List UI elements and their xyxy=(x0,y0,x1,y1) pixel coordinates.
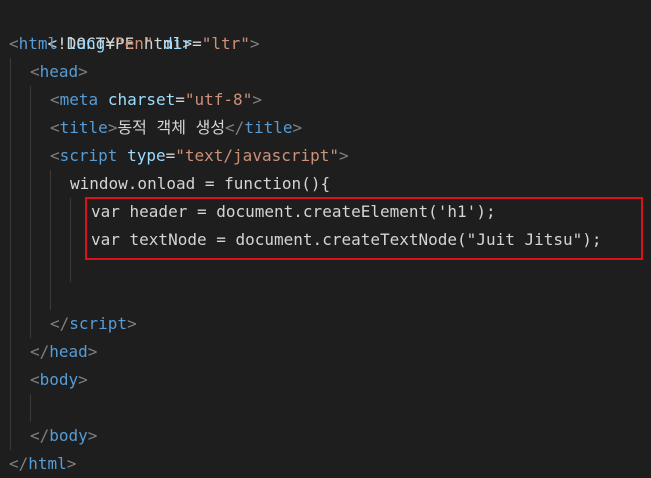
tag-open: < xyxy=(50,90,60,109)
code-editor[interactable]: <!DOCTYPE html> <html lang="en" dir="ltr… xyxy=(0,0,651,476)
js-code: window.onload = function(){ xyxy=(70,174,331,193)
tag-close: > xyxy=(87,426,98,445)
tag-name: head xyxy=(39,62,79,81)
indent-guide xyxy=(30,114,31,142)
indent-guide xyxy=(30,198,31,226)
attribute-name: charset xyxy=(107,90,176,109)
tag-name: script xyxy=(69,314,128,333)
tag-open: </ xyxy=(50,314,70,333)
tag-name: title xyxy=(244,118,293,137)
code-line-14: <body> xyxy=(0,366,651,394)
tag-close: > xyxy=(66,454,77,473)
indent-guide xyxy=(10,86,11,114)
indent-guide xyxy=(10,58,11,86)
tag-open: < xyxy=(30,370,40,389)
tag-close: > xyxy=(78,62,88,81)
indent-guide xyxy=(70,198,71,226)
tag-name: html xyxy=(18,34,58,53)
indent-guide xyxy=(10,198,11,226)
attribute-name: lang xyxy=(66,34,106,53)
code-line-7: window.onload = function(){ xyxy=(0,170,651,198)
tag-name: meta xyxy=(59,90,99,109)
indent-guide xyxy=(70,226,71,254)
indent-guide xyxy=(30,282,31,310)
code-line-13: </head> xyxy=(0,338,651,366)
indent-guide xyxy=(50,170,51,198)
tag-close: > xyxy=(127,314,137,333)
code-line-12: </script> xyxy=(0,310,651,338)
indent-guide xyxy=(10,254,11,282)
tag-close: > xyxy=(339,146,349,165)
tag-open: < xyxy=(9,34,19,53)
code-line-17: </html> xyxy=(0,450,651,478)
tag-close: > xyxy=(87,342,98,361)
indent-guide xyxy=(30,226,31,254)
attribute-value: "en" xyxy=(114,34,154,53)
tag-open: </ xyxy=(30,342,50,361)
tag-name: script xyxy=(59,146,118,165)
indent-guide xyxy=(10,366,11,394)
attribute-value: "ltr" xyxy=(201,34,250,53)
indent-guide xyxy=(30,86,31,114)
tag-open: </ xyxy=(9,454,29,473)
tag-close: > xyxy=(292,118,303,137)
code-line-5: <title>동적 객체 생성</title> xyxy=(0,114,651,142)
indent-guide xyxy=(10,310,11,338)
tag-open: </ xyxy=(30,426,50,445)
tag-open: < xyxy=(30,62,40,81)
code-line-2: <html lang="en" dir="ltr"> xyxy=(9,34,260,53)
title-text: 동적 객체 생성 xyxy=(117,118,226,137)
attribute-name: type xyxy=(127,146,166,165)
tag-open: < xyxy=(50,118,60,137)
tag-close: > xyxy=(249,34,260,53)
tag-name: body xyxy=(39,370,79,389)
tag-name: html xyxy=(28,454,67,473)
tag-name: body xyxy=(49,426,88,445)
indent-guide xyxy=(30,170,31,198)
code-line-1: <!DOCTYPE html> xyxy=(0,2,651,53)
tag-close: > xyxy=(78,370,88,389)
indent-guide xyxy=(50,282,51,310)
indent-guide xyxy=(30,142,31,170)
highlight-box xyxy=(85,197,643,260)
code-line-11 xyxy=(0,282,651,310)
indent-guide xyxy=(50,226,51,254)
attribute-value: "text/javascript" xyxy=(175,146,340,165)
indent-guide xyxy=(30,310,31,338)
code-line-6: <script type="text/javascript"> xyxy=(0,142,651,170)
indent-guide xyxy=(10,422,11,450)
indent-guide xyxy=(10,170,11,198)
code-line-16: </body> xyxy=(0,422,651,450)
tag-close: > xyxy=(252,90,262,109)
indent-guide xyxy=(10,142,11,170)
indent-guide xyxy=(50,198,51,226)
indent-guide xyxy=(10,226,11,254)
attribute-name: dir xyxy=(163,34,193,53)
code-line-4: <meta charset="utf-8"> xyxy=(0,86,651,114)
code-line-3: <head> xyxy=(0,58,651,86)
tag-open: </ xyxy=(225,118,245,137)
indent-guide xyxy=(10,282,11,310)
attribute-value: "utf-8" xyxy=(184,90,253,109)
indent-guide xyxy=(10,394,11,422)
code-line-15 xyxy=(0,394,651,422)
indent-guide xyxy=(70,254,71,282)
indent-guide xyxy=(10,338,11,366)
indent-guide xyxy=(30,254,31,282)
indent-guide xyxy=(10,114,11,142)
tag-name: title xyxy=(59,118,108,137)
indent-guide xyxy=(50,254,51,282)
tag-open: < xyxy=(50,146,60,165)
tag-close: > xyxy=(107,118,118,137)
indent-guide xyxy=(30,394,31,422)
tag-name: head xyxy=(49,342,88,361)
